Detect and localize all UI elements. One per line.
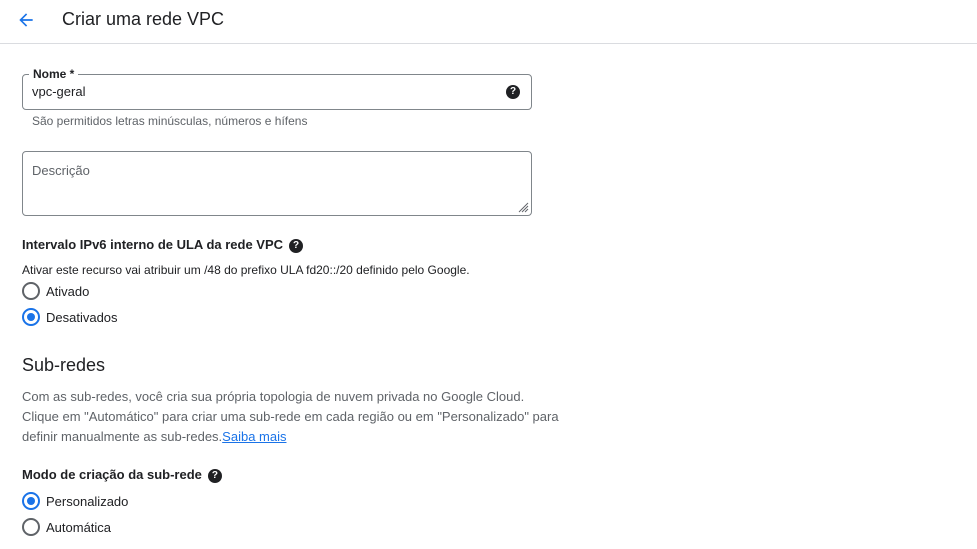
- radio-personalizado[interactable]: Personalizado: [22, 492, 128, 510]
- radio-desativados[interactable]: Desativados: [22, 308, 118, 326]
- radio-automatica[interactable]: Automática: [22, 518, 111, 536]
- ipv6-section-label: Intervalo IPv6 interno de ULA da rede VP…: [22, 236, 304, 253]
- radio-button[interactable]: [22, 282, 40, 300]
- name-field[interactable]: Nome * vpc-geral ?: [22, 67, 532, 110]
- resize-handle-icon[interactable]: [517, 201, 529, 213]
- ipv6-description: Ativar este recurso vai atribuir um /48 …: [22, 263, 470, 277]
- back-button[interactable]: [12, 6, 40, 34]
- subnet-mode-label-text: Modo de criação da sub-rede: [22, 467, 202, 482]
- subnet-mode-help-icon[interactable]: ?: [207, 466, 222, 483]
- name-field-label: Nome *: [29, 67, 79, 81]
- radio-label: Desativados: [46, 309, 118, 325]
- name-input-value[interactable]: vpc-geral: [32, 84, 85, 99]
- help-icon: ?: [207, 469, 222, 483]
- radio-button[interactable]: [22, 308, 40, 326]
- subnets-paragraph: Com as sub-redes, você cria sua própria …: [22, 387, 562, 447]
- radio-label: Ativado: [46, 283, 90, 299]
- subnet-mode-label: Modo de criação da sub-rede ?: [22, 466, 222, 483]
- subnets-title: Sub-redes: [22, 355, 106, 375]
- arrow-back-icon: [19, 13, 33, 27]
- help-icon: ?: [289, 239, 304, 253]
- description-field[interactable]: Descrição: [22, 151, 532, 216]
- subnets-paragraph-text: Com as sub-redes, você cria sua própria …: [22, 389, 559, 444]
- ipv6-help-icon[interactable]: ?: [289, 236, 304, 253]
- page-title: Criar uma rede VPC: [62, 9, 225, 29]
- help-icon[interactable]: ?: [506, 85, 520, 99]
- learn-more-link[interactable]: Saiba mais: [222, 429, 286, 444]
- description-placeholder: Descrição: [32, 163, 90, 178]
- radio-button[interactable]: [22, 518, 40, 536]
- radio-button[interactable]: [22, 492, 40, 510]
- radio-label: Personalizado: [46, 493, 129, 509]
- ipv6-label-text: Intervalo IPv6 interno de ULA da rede VP…: [22, 237, 284, 252]
- name-field-hint: São permitidos letras minúsculas, número…: [32, 114, 308, 128]
- radio-ativado[interactable]: Ativado: [22, 282, 89, 300]
- page-header: Criar uma rede VPC: [0, 0, 977, 44]
- radio-label: Automática: [46, 519, 112, 535]
